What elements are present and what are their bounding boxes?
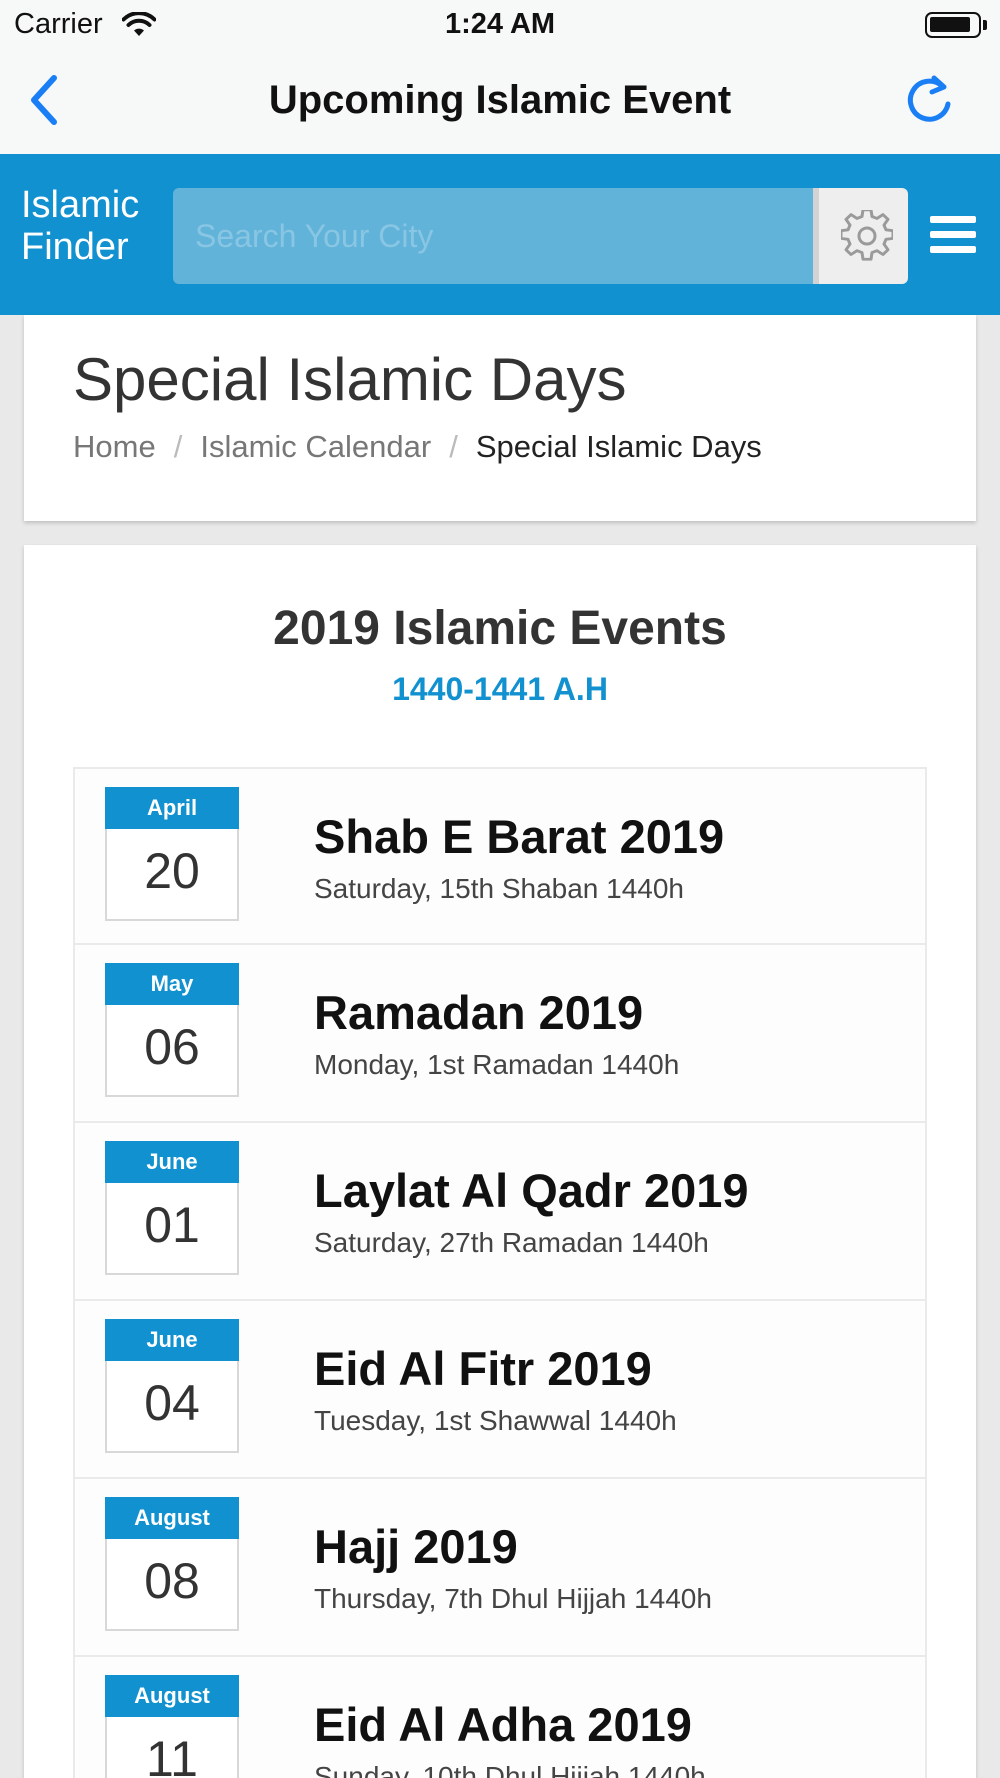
event-hijri-date: Monday, 1st Ramadan 1440h [314,1049,680,1080]
event-hijri-date: Saturday, 27th Ramadan 1440h [314,1227,709,1258]
hamburger-menu-icon[interactable] [930,216,976,254]
logo-line-2: Finder [21,226,129,268]
breadcrumb-separator: / [173,429,183,464]
breadcrumb: Home / Islamic Calendar / Special Islamic Da… [73,429,762,465]
event-date-badge: August 08 [105,1497,239,1631]
event-item[interactable]: June 01 Laylat Al Qadr 2019 Saturday, 27… [73,1123,927,1301]
events-list: April 20 Shab E Barat 2019 Saturday, 15t… [73,767,927,1778]
event-name[interactable]: Shab E Barat 2019 [314,809,724,864]
event-day: 06 [144,1019,200,1075]
event-month: June [105,1141,239,1183]
nav-bar: Upcoming Islamic Event [0,48,1000,154]
event-day: 01 [144,1197,200,1253]
gear-icon [841,210,893,261]
breadcrumb-home-link[interactable]: Home [73,429,156,464]
event-item[interactable]: August 11 Eid Al Adha 2019 Sunday, 10th … [73,1657,927,1778]
logo-line-1: Islamic [21,184,140,226]
status-bar: Carrier 1:24 AM [0,0,1000,48]
event-date-badge: June 01 [105,1141,239,1275]
refresh-icon[interactable] [904,72,954,128]
event-hijri-date: Tuesday, 1st Shawwal 1440h [314,1405,677,1436]
status-time: 1:24 AM [444,8,556,40]
event-name[interactable]: Ramadan 2019 [314,985,643,1040]
event-item[interactable]: May 06 Ramadan 2019 Monday, 1st Ramadan … [73,945,927,1123]
event-name[interactable]: Eid Al Adha 2019 [314,1697,692,1752]
page-title: Special Islamic Days [73,346,627,413]
nav-title: Upcoming Islamic Event [268,78,732,122]
breadcrumb-current: Special Islamic Days [475,429,762,464]
event-day: 20 [144,843,200,899]
event-day: 08 [144,1553,200,1609]
event-date-badge: April 20 [105,787,239,921]
event-name[interactable]: Laylat Al Qadr 2019 [314,1163,749,1218]
event-item[interactable]: April 20 Shab E Barat 2019 Saturday, 15t… [73,767,927,945]
battery-icon [925,12,987,38]
event-month: May [105,963,239,1005]
page-header-card: Special Islamic Days Home / Islamic Calend… [24,315,976,521]
city-search-input[interactable] [173,188,813,284]
event-hijri-date: Sunday, 10th Dhul Hijjah 1440h [314,1761,706,1778]
event-month: April [105,787,239,829]
event-month: August [105,1675,239,1717]
event-item[interactable]: August 08 Hajj 2019 Thursday, 7th Dhul H… [73,1479,927,1657]
event-date-badge: June 04 [105,1319,239,1453]
settings-button[interactable] [813,188,908,284]
event-month: August [105,1497,239,1539]
event-date-badge: August 11 [105,1675,239,1778]
event-name[interactable]: Eid Al Fitr 2019 [314,1341,652,1396]
event-day: 11 [146,1731,198,1778]
event-month: June [105,1319,239,1361]
site-header: Islamic Finder [0,154,1000,315]
event-name[interactable]: Hajj 2019 [314,1519,518,1574]
event-item[interactable]: June 04 Eid Al Fitr 2019 Tuesday, 1st Sh… [73,1301,927,1479]
events-card: 2019 Islamic Events 1440-1441 A.H April … [24,545,976,1778]
event-hijri-date: Thursday, 7th Dhul Hijjah 1440h [314,1583,712,1614]
event-hijri-date: Saturday, 15th Shaban 1440h [314,873,685,904]
breadcrumb-calendar-link[interactable]: Islamic Calendar [200,429,431,464]
events-hijri-range: 1440-1441 A.H [392,671,608,707]
event-day: 04 [144,1375,200,1431]
site-logo[interactable]: Islamic Finder [21,184,139,268]
event-date-badge: May 06 [105,963,239,1097]
events-title: 2019 Islamic Events [273,602,727,655]
breadcrumb-separator: / [449,429,458,464]
